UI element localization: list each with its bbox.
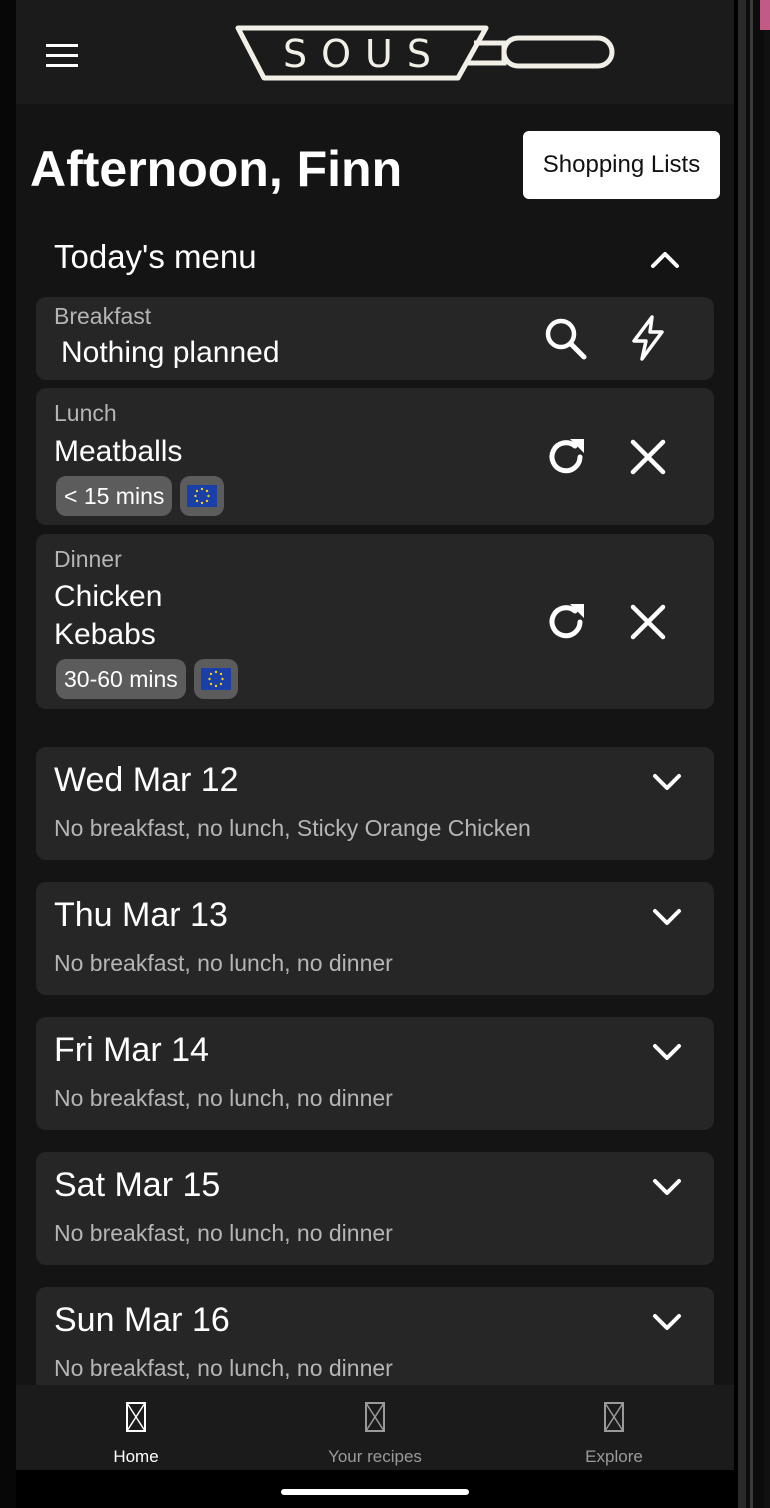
chevron-down-icon[interactable] (650, 906, 684, 928)
meal-label: Breakfast (54, 303, 152, 329)
search-icon[interactable] (542, 315, 590, 363)
nav-your-recipes[interactable]: Your recipes (275, 1385, 475, 1470)
chevron-down-icon[interactable] (650, 1041, 684, 1063)
day-summary: No breakfast, no lunch, no dinner (54, 950, 393, 976)
nav-label: Explore (585, 1447, 643, 1466)
meal-name: Nothing planned (61, 336, 280, 369)
chevron-down-icon[interactable] (650, 1176, 684, 1198)
meal-label: Dinner (54, 546, 122, 572)
day-card-sun[interactable]: Sun Mar 16 No breakfast, no lunch, no di… (36, 1287, 714, 1400)
day-title: Thu Mar 13 (54, 896, 228, 934)
day-summary: No breakfast, no lunch, Sticky Orange Ch… (54, 815, 531, 841)
time-tag: 30-60 mins (56, 659, 186, 699)
nav-home[interactable]: Home (36, 1385, 236, 1470)
home-indicator[interactable] (281, 1489, 469, 1495)
close-icon[interactable] (624, 433, 672, 481)
meal-tags: 30-60 mins (56, 659, 238, 699)
day-card-fri[interactable]: Fri Mar 14 No breakfast, no lunch, no di… (36, 1017, 714, 1130)
chevron-down-icon[interactable] (650, 771, 684, 793)
day-summary: No breakfast, no lunch, no dinner (54, 1355, 393, 1381)
home-icon (126, 1402, 146, 1432)
time-tag: < 15 mins (56, 476, 173, 516)
meal-name-line-2: Kebabs (54, 618, 156, 651)
eu-flag-icon (180, 476, 225, 516)
refresh-icon[interactable] (542, 598, 590, 646)
chevron-up-icon[interactable] (648, 248, 682, 272)
explore-icon (604, 1402, 624, 1432)
shopping-lists-button[interactable]: Shopping Lists (523, 131, 720, 199)
lightning-icon[interactable] (624, 313, 672, 361)
day-card-sat[interactable]: Sat Mar 15 No breakfast, no lunch, no di… (36, 1152, 714, 1265)
meal-label: Lunch (54, 400, 117, 426)
day-summary: No breakfast, no lunch, no dinner (54, 1220, 393, 1246)
day-title: Sat Mar 15 (54, 1166, 221, 1204)
bottom-navigation: Home Your recipes Explore (16, 1385, 734, 1470)
day-summary: No breakfast, no lunch, no dinner (54, 1085, 393, 1111)
app-screen: SOUS Afternoon, Finn Shopping Lists Toda… (16, 0, 734, 1470)
eu-flag-icon (193, 659, 238, 699)
day-title: Wed Mar 12 (54, 761, 239, 799)
greeting-title: Afternoon, Finn (30, 141, 403, 197)
refresh-icon[interactable] (542, 433, 590, 481)
nav-label: Your recipes (328, 1447, 422, 1466)
meal-card-dinner[interactable]: Dinner Chicken Kebabs 30-60 mins (36, 534, 714, 709)
day-card-wed[interactable]: Wed Mar 12 No breakfast, no lunch, Stick… (36, 747, 714, 860)
meal-card-breakfast[interactable]: Breakfast Nothing planned (36, 297, 714, 380)
chevron-down-icon[interactable] (650, 1311, 684, 1333)
day-card-thu[interactable]: Thu Mar 13 No breakfast, no lunch, no di… (36, 882, 714, 995)
meal-card-lunch[interactable]: Lunch Meatballs < 15 mins (36, 388, 714, 525)
menu-icon[interactable] (46, 44, 80, 68)
phone-frame-left (0, 0, 16, 1508)
phone-frame-right (738, 0, 770, 1508)
top-app-bar: SOUS (16, 0, 734, 104)
meal-tags: < 15 mins (56, 476, 225, 516)
day-title: Sun Mar 16 (54, 1301, 230, 1339)
logo-text: SOUS (283, 32, 445, 76)
meal-name: Meatballs (54, 435, 183, 468)
background-window-sliver (760, 0, 770, 30)
recipes-icon (365, 1402, 385, 1432)
nav-label: Home (113, 1447, 159, 1466)
meal-name-line-1: Chicken (54, 580, 163, 613)
close-icon[interactable] (624, 598, 672, 646)
nav-explore[interactable]: Explore (514, 1385, 714, 1470)
day-title: Fri Mar 14 (54, 1031, 209, 1069)
todays-menu-title: Today's menu (54, 238, 257, 275)
sous-logo: SOUS (235, 25, 615, 81)
